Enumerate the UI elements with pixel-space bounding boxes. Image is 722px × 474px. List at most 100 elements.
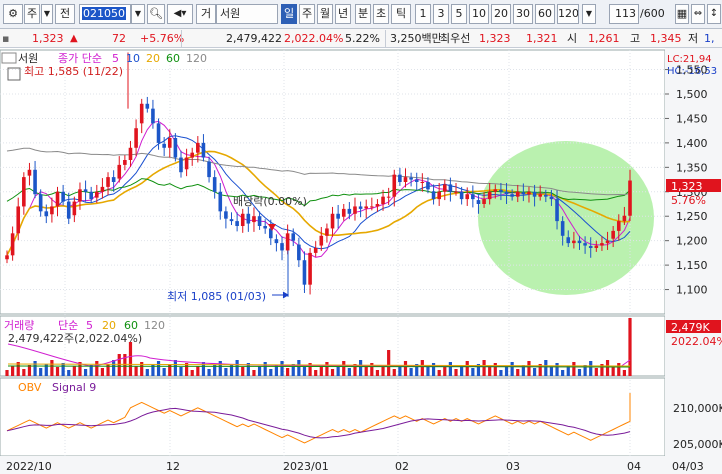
volume-bar xyxy=(544,360,548,376)
obv-label: OBV xyxy=(18,381,42,394)
volume-bar xyxy=(314,370,318,376)
step-1[interactable]: 1 xyxy=(415,4,431,24)
high-note: 최고 1,585 (11/22) xyxy=(24,65,123,78)
step-20[interactable]: 20 xyxy=(491,4,511,24)
chevron-down-icon[interactable]: ▼ xyxy=(131,4,145,24)
volume-bar xyxy=(61,363,65,376)
candle-body xyxy=(106,177,110,187)
volume-current-pct: 2022.04% xyxy=(671,335,722,348)
market-label: 거 xyxy=(196,4,216,24)
candle-body xyxy=(229,219,234,222)
candle-body xyxy=(454,191,458,193)
candle-body xyxy=(10,233,15,256)
volume-bar xyxy=(72,366,76,376)
step-60[interactable]: 60 xyxy=(535,4,555,24)
volume-bar xyxy=(403,361,408,376)
step-120[interactable]: 120 xyxy=(557,4,579,24)
stock-code-input[interactable]: 021050 xyxy=(79,4,131,24)
candle-body xyxy=(555,199,559,222)
current-price-label: 1,323 xyxy=(671,180,703,193)
step-3[interactable]: 3 xyxy=(433,4,449,24)
volume-bar xyxy=(572,362,576,376)
quote-menu-icon[interactable]: ▪ xyxy=(2,31,16,46)
interval-second[interactable]: 초 xyxy=(373,4,389,24)
step-5[interactable]: 5 xyxy=(451,4,467,24)
highlight-circle xyxy=(478,141,654,295)
candle-body xyxy=(476,200,481,204)
search-icon[interactable]: 🔍︎ xyxy=(147,4,165,24)
candle-body xyxy=(572,240,576,244)
candle-body xyxy=(291,233,296,241)
x-tick-04: 04 xyxy=(627,460,641,473)
candle-body xyxy=(218,191,223,212)
y-tick-label: 1,200 xyxy=(676,235,708,248)
candle-body xyxy=(207,161,211,178)
volume-bar xyxy=(241,367,245,376)
interval-week[interactable]: 주 xyxy=(299,4,315,24)
volume-label: 거래량 xyxy=(4,319,34,332)
candle-body xyxy=(61,191,65,202)
candle-body xyxy=(246,213,251,224)
volume-bar xyxy=(55,367,60,376)
candle-body xyxy=(583,243,587,246)
ma5-label: 5 xyxy=(112,52,119,65)
volume-bar xyxy=(325,362,329,376)
candle-body xyxy=(123,160,127,165)
interval-day[interactable]: 일 xyxy=(281,4,297,24)
candle-body xyxy=(156,123,161,143)
candle-body xyxy=(510,194,514,197)
candle-body xyxy=(459,191,464,200)
candle-body xyxy=(588,246,593,248)
candle-body xyxy=(257,216,262,226)
volume-bar xyxy=(252,370,256,376)
zoom-icon[interactable]: ⇔ xyxy=(691,4,705,24)
x-tick-02: 02 xyxy=(395,460,409,473)
best-ask: 1,323 xyxy=(479,32,511,45)
interval-month[interactable]: 월 xyxy=(317,4,333,24)
grid-icon[interactable]: ▦ xyxy=(675,4,689,24)
settings-icon[interactable]: ⚙ xyxy=(3,4,23,24)
volume-bar xyxy=(566,366,570,376)
y-tick-label: 1,450 xyxy=(676,112,708,125)
candle-body xyxy=(487,191,492,200)
chevron-down-icon[interactable]: ▼ xyxy=(582,4,596,24)
panel-menu-icon[interactable] xyxy=(1,52,17,64)
chevron-down-icon[interactable]: ▼ xyxy=(41,4,53,24)
stock-name-field[interactable]: 서원 xyxy=(216,4,278,24)
candle-body xyxy=(521,192,526,195)
expand-icon[interactable]: ↕ xyxy=(707,4,721,24)
candle-body xyxy=(381,196,385,204)
volume-bar xyxy=(280,361,284,376)
step-10[interactable]: 10 xyxy=(469,4,489,24)
candle-body xyxy=(167,138,172,148)
stock-chart[interactable]: 서원 종가 단순 5 10 20 60 120 최고 1,585 (11/22)… xyxy=(0,48,722,474)
volume-bar xyxy=(33,361,37,376)
volume-bar xyxy=(504,366,509,376)
candle-body xyxy=(184,157,189,170)
candle-body xyxy=(347,208,352,214)
ma120-label: 120 xyxy=(186,52,207,65)
volume-bar xyxy=(302,367,307,376)
volume-bar xyxy=(358,360,363,376)
volume-ma-label: 단순 xyxy=(58,319,78,332)
type-select[interactable]: 주 xyxy=(24,4,40,24)
period-select[interactable]: 전 xyxy=(55,4,75,24)
count-input[interactable]: 113 xyxy=(609,4,639,24)
candle-body xyxy=(38,194,43,212)
volume-bar xyxy=(11,366,15,376)
speaker-icon[interactable]: ◀▾ xyxy=(167,4,193,24)
volume-bar xyxy=(605,360,610,376)
candle-body xyxy=(448,184,453,192)
interval-year[interactable]: 년 xyxy=(335,4,351,24)
interval-minute[interactable]: 분 xyxy=(355,4,371,24)
interval-tick[interactable]: 틱 xyxy=(391,4,411,24)
candle-body xyxy=(616,221,621,231)
candle-body xyxy=(364,206,369,209)
candle-body xyxy=(560,221,565,236)
volume-bar xyxy=(594,368,598,376)
quote-price: 1,323 xyxy=(32,32,64,45)
stock-code-value: 021050 xyxy=(82,7,126,20)
step-30[interactable]: 30 xyxy=(513,4,533,24)
candle-body xyxy=(78,189,82,202)
count-max: /600 xyxy=(640,7,665,20)
